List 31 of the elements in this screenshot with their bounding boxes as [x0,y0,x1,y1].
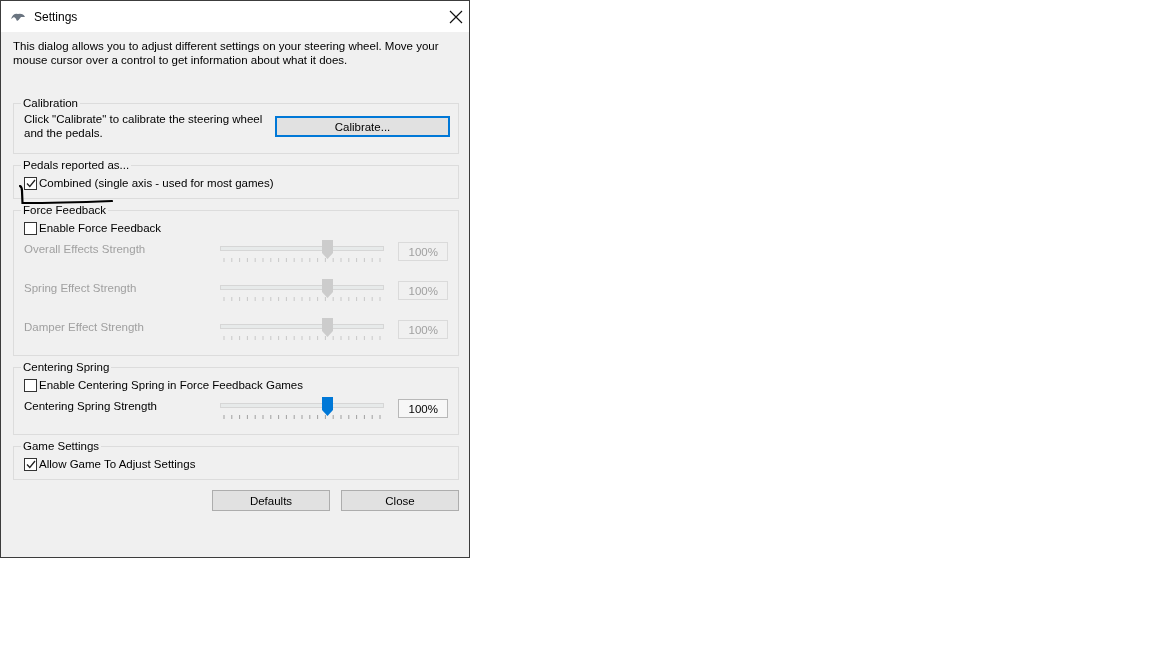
instruction-text: Click "Calibrate" to calibrate the steering wheel and the pedals. [24,113,264,140]
checkbox-label[interactable]: Combined (single axis - used for most games) [39,177,274,189]
slider-track[interactable] [220,399,385,415]
group-title: Calibration [22,97,79,109]
group-title: Force Feedback [22,204,108,216]
group-title: Pedals reported as... [22,159,131,171]
slider-track[interactable] [220,281,385,297]
checkbox[interactable] [24,176,37,190]
description-text: This dialog allows you to adjust different settings on your steering wheel. Move your mouse cursor over a control to get information about what it does. [13,40,440,67]
dialog-button[interactable]: Close [341,490,459,511]
checkbox-label[interactable]: Enable Centering Spring in Force Feedback Games [39,379,303,391]
window-title: Settings [34,9,79,24]
slider-track[interactable] [220,320,385,336]
dialog-button[interactable]: Defaults [212,490,330,511]
checkbox[interactable] [24,221,37,235]
slider-label: Centering Spring Strength [24,400,158,412]
group-title: Game Settings [22,440,101,452]
checkbox-label[interactable]: Allow Game To Adjust Settings [39,458,196,470]
group-title: Centering Spring [22,361,111,373]
checkbox[interactable] [24,378,37,392]
close-icon[interactable] [449,9,463,24]
slider-track[interactable] [220,242,385,258]
checkbox[interactable] [24,457,37,471]
slider-label: Overall Effects Strength [24,243,147,255]
checkbox-label[interactable]: Enable Force Feedback [39,222,162,234]
slider-label: Spring Effect Strength [24,282,138,294]
calibrate-button[interactable]: Calibrate... [275,116,450,137]
app-icon [10,11,26,22]
value-field[interactable]: 100% [398,399,448,418]
slider-label: Damper Effect Strength [24,321,145,333]
slider-thumb[interactable] [322,397,333,416]
